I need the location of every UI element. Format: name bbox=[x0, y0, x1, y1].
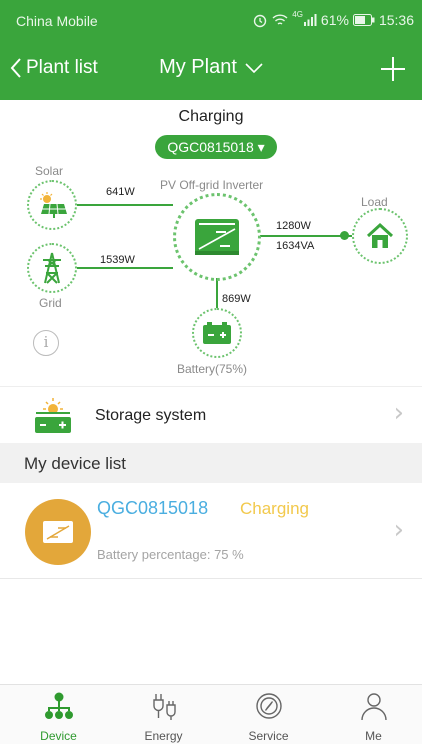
device-status: Charging bbox=[240, 499, 309, 518]
empty-content-area bbox=[0, 580, 422, 684]
load-apparent-value: 1634VA bbox=[276, 240, 315, 252]
chevron-down-icon bbox=[245, 62, 263, 73]
grid-power-value: 1539W bbox=[100, 254, 135, 266]
wifi-icon bbox=[272, 14, 288, 25]
solar-node[interactable] bbox=[27, 180, 77, 230]
inverter-icon bbox=[195, 219, 239, 255]
app-screen: China Mobile 4G 61% 15:36 Plant list My … bbox=[0, 0, 422, 744]
solar-label: Solar bbox=[35, 164, 64, 178]
info-icon[interactable]: i bbox=[33, 330, 59, 356]
grid-label: Grid bbox=[39, 296, 62, 310]
device-selector-pill[interactable]: QGC0815018 ▾ bbox=[155, 135, 277, 159]
battery-icon bbox=[352, 14, 375, 26]
carrier-name: China Mobile bbox=[16, 13, 98, 29]
person-icon bbox=[361, 693, 387, 721]
clock: 15:36 bbox=[378, 12, 414, 28]
signal-icon bbox=[303, 14, 317, 26]
grid-flow-line bbox=[77, 267, 173, 269]
battery-storage-icon bbox=[203, 322, 231, 344]
service-compass-icon bbox=[256, 693, 282, 719]
network-type: 4G bbox=[292, 10, 303, 19]
battery-percent: 61% bbox=[320, 12, 349, 28]
battery-flow-line bbox=[216, 278, 218, 308]
home-icon bbox=[366, 222, 394, 248]
plus-icon[interactable] bbox=[378, 54, 408, 84]
battery-label: Battery(75%) bbox=[177, 362, 248, 376]
tab-device[interactable]: Device bbox=[6, 685, 111, 744]
solar-panel-icon bbox=[40, 192, 67, 218]
bottom-tab-bar: Device Energy Service Me bbox=[0, 684, 422, 744]
load-node[interactable] bbox=[352, 208, 408, 264]
top-app-bar: Plant list My Plant bbox=[0, 40, 422, 100]
tab-energy[interactable]: Energy bbox=[111, 685, 216, 744]
inverter-device-icon bbox=[43, 521, 73, 543]
tab-label: Device bbox=[40, 729, 77, 743]
battery-node[interactable] bbox=[192, 308, 242, 358]
storage-system-row[interactable]: Storage system › bbox=[0, 386, 422, 442]
load-flow-dot bbox=[340, 231, 349, 240]
solar-power-value: 641W bbox=[106, 186, 135, 198]
grid-node[interactable] bbox=[27, 243, 77, 293]
chevron-right-icon: › bbox=[393, 398, 404, 428]
load-power-value: 1280W bbox=[276, 220, 311, 232]
tab-label: Energy bbox=[144, 729, 183, 743]
alarm-icon bbox=[254, 14, 267, 28]
energy-flow-panel: Charging QGC0815018 ▾ 641W 1539W 1280W 1… bbox=[0, 100, 422, 382]
power-tower-icon bbox=[43, 252, 61, 284]
inverter-label: PV Off-grid Inverter bbox=[160, 178, 264, 192]
page-title: My Plant bbox=[159, 56, 237, 78]
status-indicators: 4G 61% 15:36 bbox=[252, 10, 414, 28]
plant-selector[interactable]: My Plant bbox=[0, 56, 422, 79]
inverter-node[interactable] bbox=[173, 193, 261, 281]
device-list-header: My device list bbox=[0, 443, 422, 483]
device-avatar bbox=[25, 499, 91, 565]
status-bar: China Mobile 4G 61% 15:36 bbox=[0, 0, 422, 40]
tab-label: Service bbox=[248, 729, 289, 743]
device-list-item[interactable]: QGC0815018 Charging Battery percentage: … bbox=[0, 483, 422, 579]
load-label: Load bbox=[361, 195, 388, 209]
storage-system-label: Storage system bbox=[95, 407, 207, 424]
tab-label: Me bbox=[365, 729, 382, 743]
tab-me[interactable]: Me bbox=[321, 685, 422, 744]
solar-flow-line bbox=[77, 204, 173, 206]
device-list-title: My device list bbox=[24, 454, 127, 473]
chevron-right-icon: › bbox=[393, 515, 404, 545]
battery-power-value: 869W bbox=[222, 293, 251, 305]
energy-plug-icon bbox=[153, 694, 176, 720]
storage-system-icon bbox=[35, 398, 71, 433]
device-serial: QGC0815018 bbox=[97, 498, 209, 518]
charging-state: Charging bbox=[178, 108, 244, 125]
load-flow-line bbox=[260, 235, 352, 237]
device-battery-percentage: Battery percentage: 75 % bbox=[97, 547, 244, 562]
device-tree-icon bbox=[45, 692, 73, 719]
tab-service[interactable]: Service bbox=[216, 685, 321, 744]
